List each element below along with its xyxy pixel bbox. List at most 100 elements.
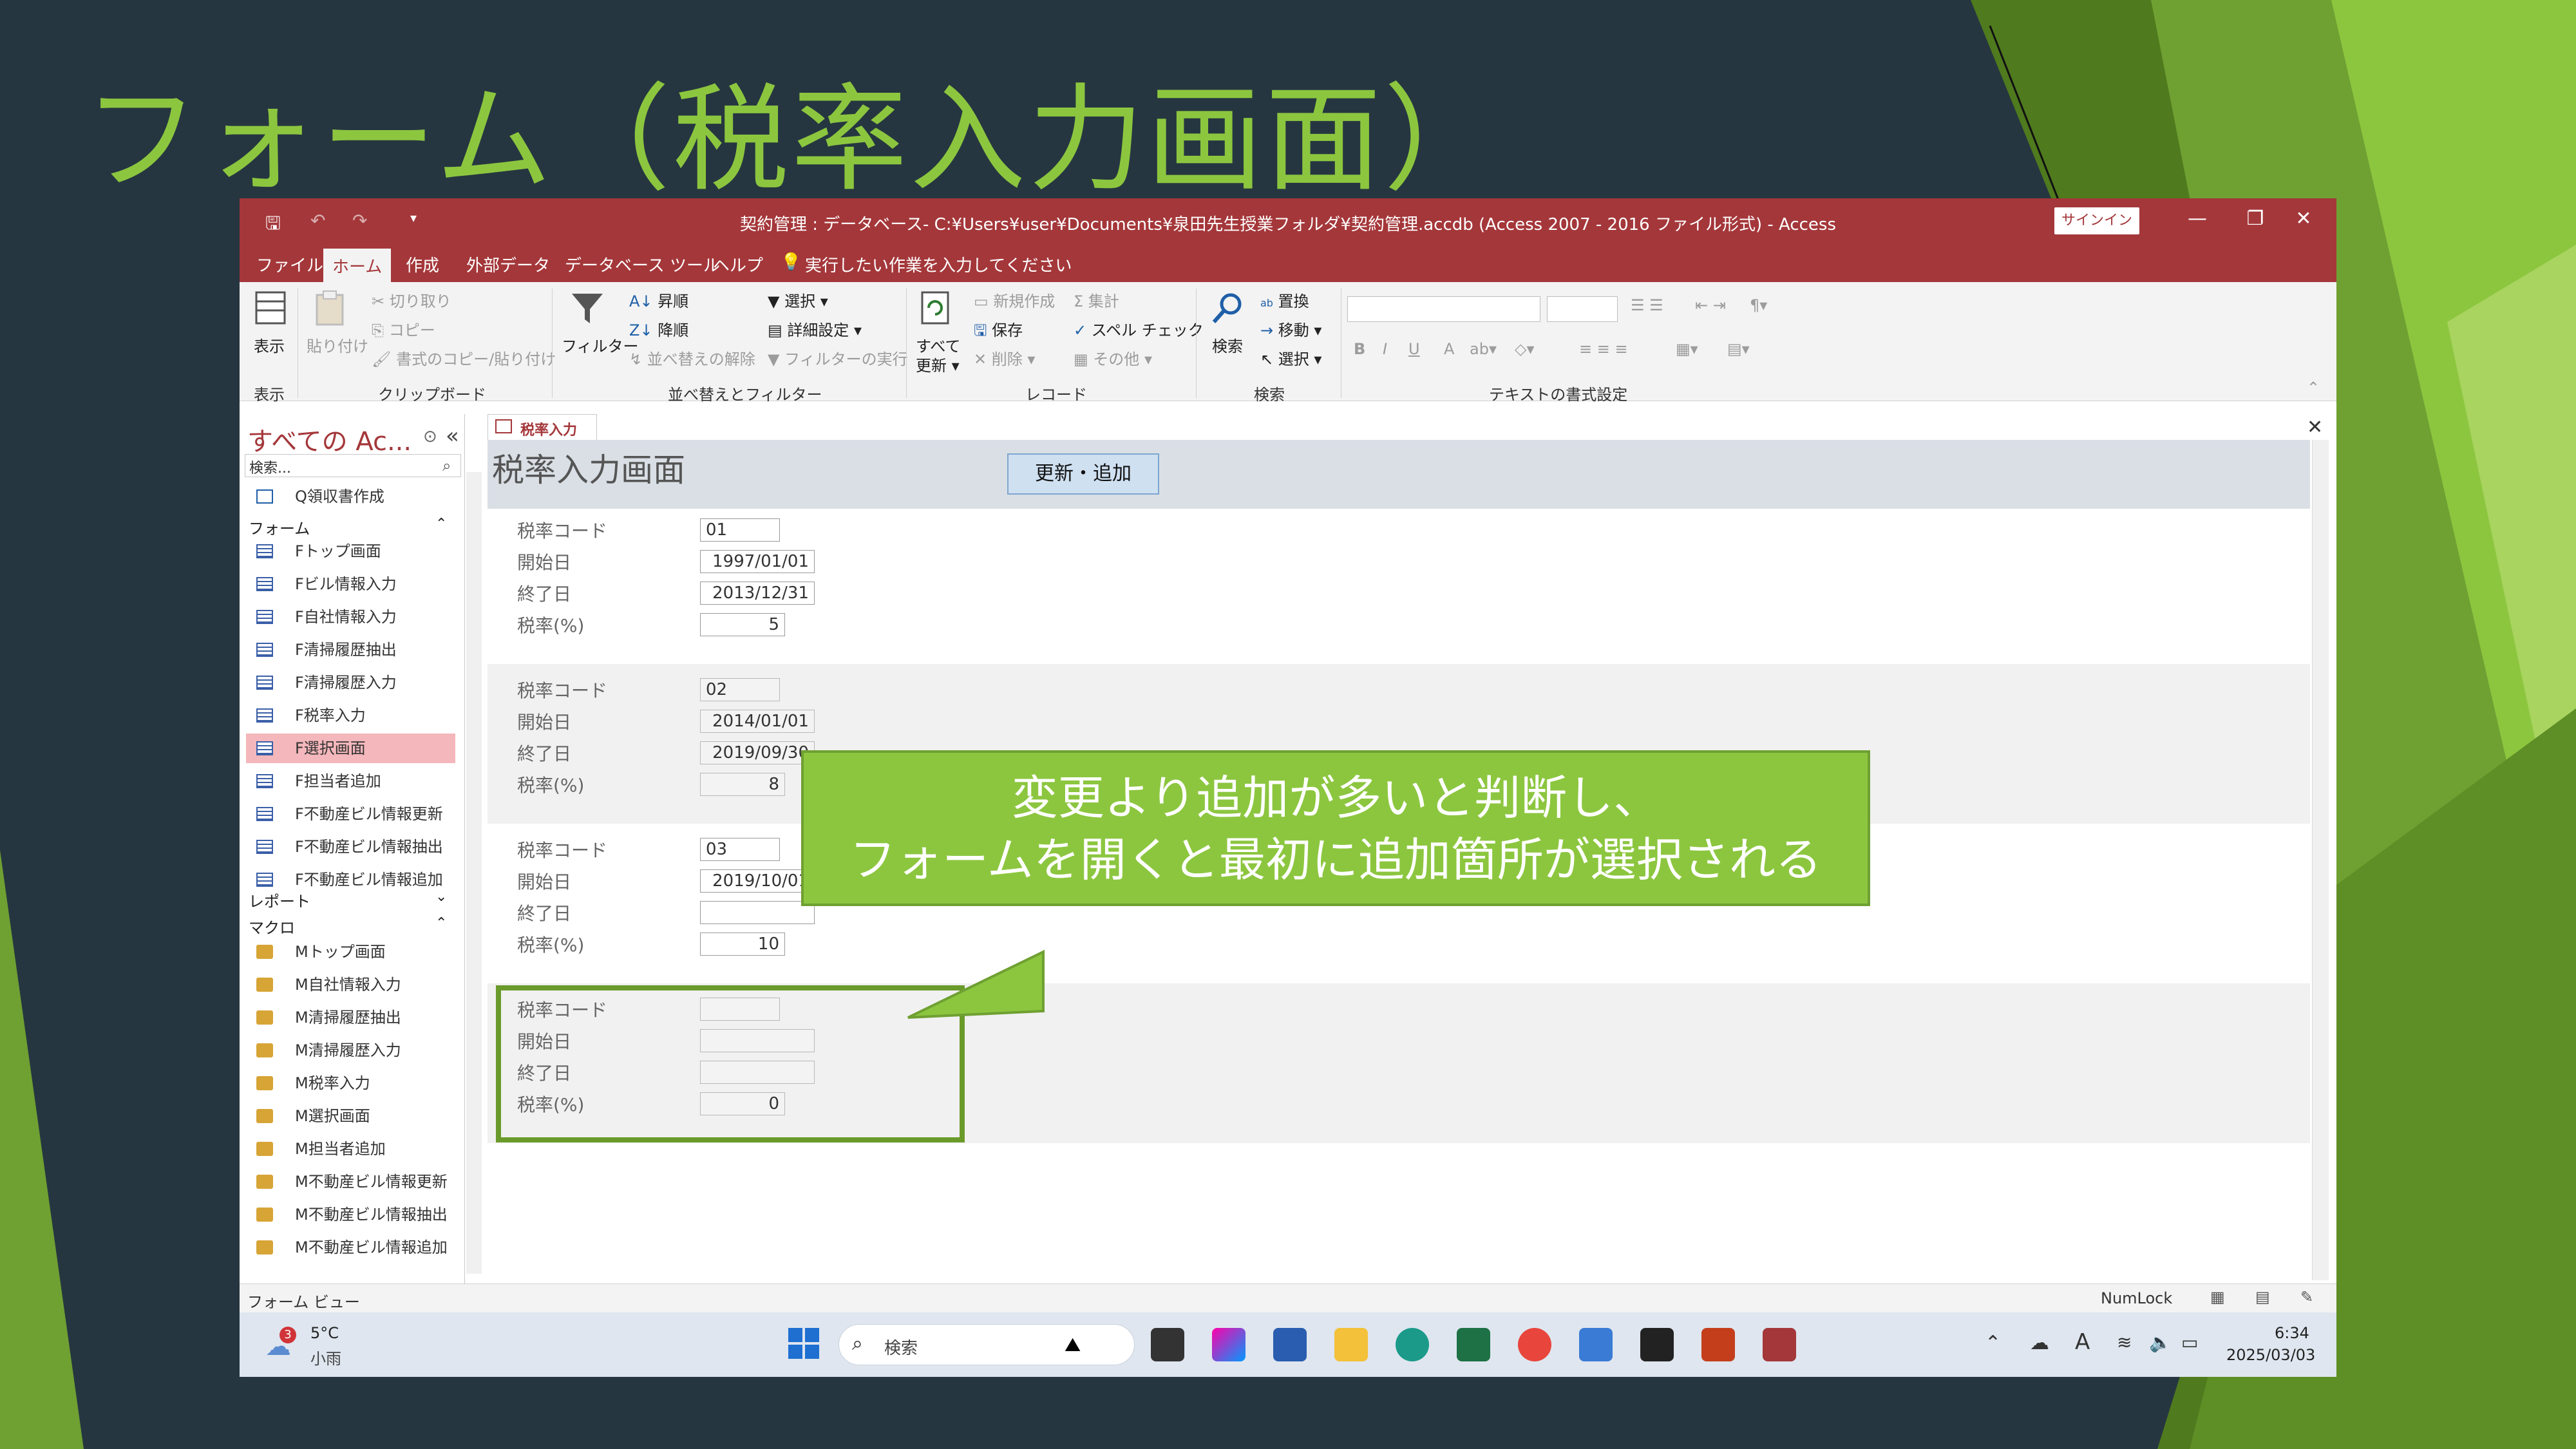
italic-button[interactable]: I	[1383, 340, 1387, 358]
nav-form-item[interactable]: Fトップ画面	[246, 536, 455, 566]
nav-group-forms[interactable]: フォーム ⌃	[249, 516, 447, 538]
find-button[interactable]: 検索	[1212, 334, 1243, 356]
layout-view-icon[interactable]: ▤	[2255, 1288, 2270, 1306]
notepad-icon[interactable]	[1579, 1328, 1613, 1361]
onedrive-icon[interactable]: ☁	[2030, 1332, 2049, 1354]
code-field[interactable]: 01	[700, 518, 780, 542]
delete-record-button[interactable]: ✕ 削除 ▾	[974, 346, 1035, 369]
view-icon[interactable]	[251, 289, 290, 327]
paste-button[interactable]: 貼り付け	[307, 334, 368, 356]
view-button[interactable]: 表示	[254, 334, 285, 356]
highlight-color-icon[interactable]: ab▾	[1470, 340, 1497, 358]
excel-icon[interactable]	[1457, 1328, 1490, 1361]
paste-icon[interactable]	[310, 289, 349, 327]
gridlines-icon[interactable]: ▦▾	[1676, 340, 1698, 358]
nav-pane-title[interactable]: すべての Ac...	[247, 421, 412, 458]
refresh-icon[interactable]	[916, 289, 954, 327]
nav-scrollbar[interactable]	[466, 472, 482, 1274]
nav-macro-item[interactable]: M清掃履歴抽出	[246, 1003, 455, 1032]
collapse-pane-icon[interactable]: «	[446, 423, 459, 449]
more-button[interactable]: ▦ その他 ▾	[1074, 346, 1152, 369]
bullets-icon[interactable]: ☰ ☰	[1631, 296, 1663, 314]
nav-form-item[interactable]: Fビル情報入力	[246, 569, 455, 599]
copy-button[interactable]: ⎘ コピー	[372, 317, 435, 340]
align-icons[interactable]: ≡ ≡ ≡	[1579, 340, 1628, 358]
selection-button[interactable]: ▼ 選択 ▾	[768, 289, 828, 311]
show-hidden-icons-icon[interactable]: ⌃	[1985, 1332, 2001, 1354]
nav-form-item[interactable]: F税率入力	[246, 701, 455, 730]
store-icon[interactable]	[1273, 1328, 1307, 1361]
sticky-notes-icon[interactable]	[1640, 1328, 1674, 1361]
form-scrollbar[interactable]	[2312, 440, 2329, 1280]
nav-search-input[interactable]: 検索...	[245, 454, 461, 477]
maximize-button[interactable]: ❐	[2236, 207, 2275, 230]
nav-menu-icon[interactable]: ⊙	[423, 427, 437, 446]
find-icon[interactable]	[1209, 289, 1247, 327]
font-size-combo[interactable]	[1547, 296, 1618, 322]
code-field[interactable]: 02	[700, 678, 780, 701]
tab-external-data[interactable]: 外部データ	[466, 252, 550, 276]
save-record-button[interactable]: 🖫 保存	[974, 317, 1023, 346]
copilot-icon[interactable]	[1212, 1328, 1245, 1361]
tab-database-tools[interactable]: データベース ツール	[565, 252, 720, 276]
fill-color-icon[interactable]: ◇▾	[1515, 340, 1535, 358]
ime-icon[interactable]: A	[2075, 1329, 2090, 1355]
taskbar-search-box[interactable]: ⌕ 検索 ⛰	[838, 1324, 1135, 1365]
rate-field[interactable]: 10	[700, 933, 785, 956]
nav-macro-item[interactable]: M選択画面	[246, 1101, 455, 1131]
sort-ascending-button[interactable]: A↓ 昇順	[629, 289, 688, 311]
spelling-button[interactable]: ✓ スペル チェック	[1074, 317, 1204, 340]
cut-button[interactable]: ✂ 切り取り	[372, 289, 451, 311]
nav-group-reports[interactable]: レポート ⌄	[249, 889, 447, 911]
access-icon[interactable]	[1763, 1328, 1796, 1361]
filter-button[interactable]: フィルター	[562, 334, 639, 356]
form-view-icon[interactable]: ▦	[2210, 1288, 2225, 1306]
wifi-icon[interactable]: ≋	[2117, 1332, 2132, 1353]
powerpoint-icon[interactable]	[1701, 1328, 1735, 1361]
sort-descending-button[interactable]: Z↓ 降順	[629, 317, 688, 340]
bold-button[interactable]: B	[1354, 340, 1365, 358]
nav-form-item[interactable]: F担当者追加	[246, 766, 455, 796]
tab-help[interactable]: ヘルプ	[713, 252, 763, 276]
nav-form-item[interactable]: F選択画面	[246, 734, 455, 763]
end-field[interactable]: 2013/12/31	[700, 582, 815, 605]
refresh-dropdown[interactable]: 更新 ▾	[916, 353, 960, 375]
update-add-button[interactable]: 更新・追加	[1007, 453, 1159, 495]
file-explorer-icon[interactable]	[1334, 1328, 1368, 1361]
format-painter-button[interactable]: 🖌 書式のコピー/貼り付け	[372, 346, 556, 369]
close-button[interactable]: ✕	[2284, 207, 2323, 230]
nav-item-query[interactable]: Q領収書作成	[246, 482, 455, 511]
start-field[interactable]: 2019/10/01	[700, 869, 815, 893]
new-record-button[interactable]: ▭ 新規作成	[974, 289, 1055, 311]
font-color-button[interactable]: A	[1444, 340, 1454, 358]
rate-field[interactable]: 8	[700, 773, 785, 796]
nav-macro-item[interactable]: M清掃履歴入力	[246, 1036, 455, 1065]
search-icon[interactable]: ⌕	[442, 457, 451, 475]
nav-macro-item[interactable]: M税率入力	[246, 1068, 455, 1098]
tell-me-input[interactable]: 実行したい作業を入力してください	[805, 252, 1072, 276]
nav-macro-item[interactable]: M不動産ビル情報抽出	[246, 1200, 455, 1229]
edge-icon[interactable]	[1396, 1328, 1429, 1361]
start-field[interactable]: 1997/01/01	[700, 550, 815, 573]
rate-field[interactable]: 5	[700, 613, 785, 636]
nav-form-item[interactable]: F自社情報入力	[246, 602, 455, 632]
nav-macro-item[interactable]: M担当者追加	[246, 1134, 455, 1164]
nav-macro-item[interactable]: M不動産ビル情報追加	[246, 1233, 455, 1262]
select-button[interactable]: ↖ 選択 ▾	[1260, 346, 1321, 369]
tab-file[interactable]: ファイル	[256, 252, 323, 276]
totals-button[interactable]: Σ 集計	[1074, 289, 1119, 311]
volume-icon[interactable]: 🔈	[2149, 1332, 2172, 1353]
minimize-button[interactable]: —	[2178, 207, 2217, 230]
close-document-icon[interactable]: ✕	[2307, 416, 2323, 439]
advanced-button[interactable]: ▤ 詳細設定 ▾	[768, 317, 862, 340]
indent-icon[interactable]: ⇤ ⇥	[1695, 296, 1726, 314]
code-field[interactable]: 03	[700, 838, 780, 861]
nav-macro-item[interactable]: M自社情報入力	[246, 970, 455, 999]
nav-form-item[interactable]: F不動産ビル情報抽出	[246, 832, 455, 862]
nav-form-item[interactable]: F清掃履歴抽出	[246, 635, 455, 665]
end-field[interactable]: 2019/09/30	[700, 741, 815, 764]
font-name-combo[interactable]	[1347, 296, 1540, 322]
battery-icon[interactable]: ▭	[2181, 1332, 2198, 1353]
tab-create[interactable]: 作成	[406, 252, 439, 276]
start-field[interactable]: 2014/01/01	[700, 710, 815, 733]
